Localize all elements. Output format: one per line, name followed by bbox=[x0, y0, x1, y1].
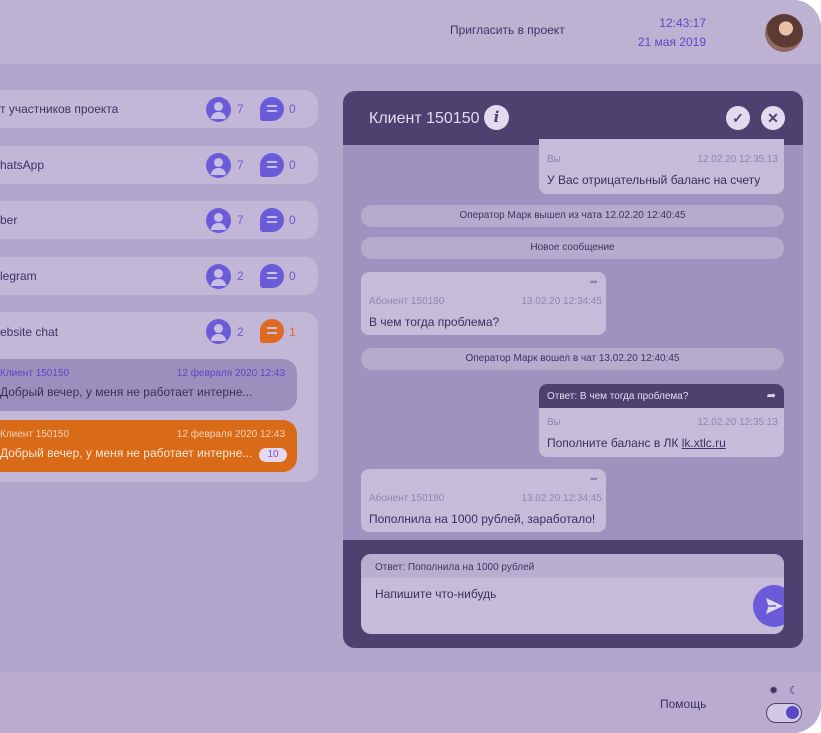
message-input[interactable]: Напишите что-нибудь bbox=[375, 587, 496, 601]
new-messages-divider: Новое сообщение bbox=[361, 237, 784, 259]
help-link[interactable]: Помощь bbox=[660, 697, 706, 711]
message-text: У Вас отрицательный баланс на счету bbox=[547, 173, 761, 187]
message-link[interactable]: lk.xtlc.ru bbox=[682, 436, 726, 450]
channel-item[interactable]: т участников проекта 7 0 bbox=[0, 90, 318, 128]
conversation-client: Клиент 150150 bbox=[0, 429, 70, 440]
message-text: В чем тогда проблема? bbox=[369, 315, 500, 329]
user-icon bbox=[206, 319, 231, 344]
clock-date: 21 мая 2019 bbox=[637, 35, 706, 49]
send-icon bbox=[766, 598, 783, 614]
app-frame: Пригласить в проект 12:43:17 21 мая 2019… bbox=[0, 0, 821, 733]
channel-name: legram bbox=[0, 269, 37, 283]
messages-count: 0 bbox=[289, 213, 296, 227]
message-time: 12.02.20 12:35:13 bbox=[697, 154, 778, 165]
message-text: Пополните баланс в ЛК lk.xtlc.ru bbox=[547, 436, 726, 450]
channel-item[interactable]: ber 7 0 bbox=[0, 201, 318, 239]
message-author: Вы bbox=[547, 154, 561, 165]
channel-name: ber bbox=[0, 213, 18, 227]
theme-toggle[interactable] bbox=[766, 703, 802, 723]
forward-icon[interactable]: ➦ bbox=[590, 277, 598, 288]
message-incoming: ➦ Абонент 150180 13.02.20 12:34:45 Попол… bbox=[361, 469, 606, 532]
conversation-date: 12 февраля 2020 12:43 bbox=[176, 429, 285, 440]
message-time: 12.02.20 12:35:13 bbox=[697, 417, 778, 428]
forward-icon[interactable]: ➦ bbox=[767, 389, 776, 402]
channel-name: hatsApp bbox=[0, 158, 45, 172]
message-incoming: ➦ Абонент 150180 13.02.20 12:34:45 В чем… bbox=[361, 272, 606, 335]
check-icon[interactable]: ✓ bbox=[726, 106, 750, 130]
message-author: Абонент 150180 bbox=[369, 493, 445, 504]
chat-icon bbox=[260, 208, 284, 232]
message-text-body: Пополните баланс в ЛК bbox=[547, 436, 682, 450]
message-author: Вы bbox=[547, 417, 561, 428]
channel-name[interactable]: ebsite chat bbox=[0, 325, 58, 339]
reply-quote-text: Ответ: В чем тогда проблема? bbox=[547, 391, 689, 402]
conversation-client: Клиент 150150 bbox=[0, 368, 70, 379]
composer-reply-quote: Ответ: Пополнила на 1000 рублей bbox=[361, 554, 784, 578]
message-time: 13.02.20 12:34:45 bbox=[521, 493, 602, 504]
users-count: 7 bbox=[237, 102, 244, 116]
info-icon[interactable]: i bbox=[484, 105, 509, 130]
channel-name: т участников проекта bbox=[0, 102, 119, 116]
clock: 12:43:17 21 мая 2019 bbox=[630, 14, 706, 52]
sun-icon: ✹ bbox=[769, 685, 779, 697]
chat-icon bbox=[260, 97, 284, 121]
users-count: 7 bbox=[237, 158, 244, 172]
clock-time: 12:43:17 bbox=[659, 16, 706, 30]
system-message: Оператор Марк вошел в чат 13.02.20 12:40… bbox=[361, 348, 784, 370]
message-author: Абонент 150180 bbox=[369, 296, 445, 307]
top-bar: Пригласить в проект 12:43:17 21 мая 2019 bbox=[0, 0, 821, 64]
moon-icon: ☾ bbox=[789, 685, 799, 697]
channel-group-website: ebsite chat 2 1 Клиент 150150 12 февраля… bbox=[0, 312, 318, 482]
channel-item[interactable]: hatsApp 7 0 bbox=[0, 146, 318, 184]
message-composer: Ответ: Пополнила на 1000 рублей Напишите… bbox=[361, 554, 784, 634]
close-icon[interactable]: ✕ bbox=[761, 106, 785, 130]
avatar[interactable] bbox=[765, 14, 803, 52]
message-outgoing-reply: Ответ: В чем тогда проблема? ➦ Вы 12.02.… bbox=[539, 384, 784, 457]
chat-header: Клиент 150150 i ✓ ✕ bbox=[343, 91, 803, 145]
composer-area: Ответ: Пополнила на 1000 рублей Напишите… bbox=[343, 540, 803, 648]
send-button[interactable] bbox=[753, 585, 784, 627]
users-count: 2 bbox=[237, 269, 244, 283]
chat-icon bbox=[260, 319, 284, 343]
reply-quote: Ответ: В чем тогда проблема? ➦ bbox=[539, 384, 784, 408]
user-icon bbox=[206, 264, 231, 289]
invite-link[interactable]: Пригласить в проект bbox=[450, 23, 565, 37]
channel-item[interactable]: legram 2 0 bbox=[0, 257, 318, 295]
unread-badge: 10 bbox=[259, 448, 287, 462]
user-icon bbox=[206, 153, 231, 178]
footer: Помощь ✹ ☾ bbox=[0, 672, 821, 733]
chat-panel: Клиент 150150 i ✓ ✕ Вы 12.02.20 12:35:13… bbox=[343, 91, 803, 648]
forward-icon[interactable]: ➦ bbox=[590, 474, 598, 485]
users-count: 2 bbox=[237, 325, 244, 339]
users-count: 7 bbox=[237, 213, 244, 227]
chat-icon bbox=[260, 153, 284, 177]
chat-title: Клиент 150150 bbox=[369, 110, 480, 127]
messages-count: 1 bbox=[289, 325, 296, 339]
messages-count: 0 bbox=[289, 158, 296, 172]
conversation-preview: Добрый вечер, у меня не работает интерне… bbox=[0, 446, 253, 460]
message-outgoing: Вы 12.02.20 12:35:13 У Вас отрицательный… bbox=[539, 139, 784, 194]
user-icon bbox=[206, 208, 231, 233]
messages-count: 0 bbox=[289, 102, 296, 116]
conversation-item[interactable]: Клиент 150150 12 февраля 2020 12:43 Добр… bbox=[0, 359, 297, 411]
conversation-date: 12 февраля 2020 12:43 bbox=[176, 368, 285, 379]
message-time: 13.02.20 12:34:45 bbox=[521, 296, 602, 307]
messages-count: 0 bbox=[289, 269, 296, 283]
system-message: Оператор Марк вышел из чата 12.02.20 12:… bbox=[361, 205, 784, 227]
chat-icon bbox=[260, 264, 284, 288]
message-text: Пополнила на 1000 рублей, заработало! bbox=[369, 512, 596, 526]
conversation-preview: Добрый вечер, у меня не работает интерне… bbox=[0, 385, 253, 399]
user-icon bbox=[206, 97, 231, 122]
conversation-item-active[interactable]: Клиент 150150 12 февраля 2020 12:43 Добр… bbox=[0, 420, 297, 472]
